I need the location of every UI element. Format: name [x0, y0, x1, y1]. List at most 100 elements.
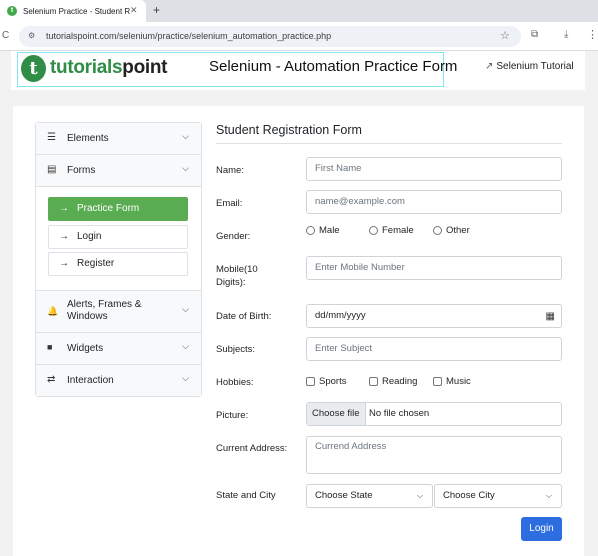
main-card: ☰ Elements ⌵ ▤ Forms ⌵ → Practice Form → L… — [13, 106, 584, 556]
selenium-tutorial-label: Selenium Tutorial — [496, 61, 574, 72]
login-link[interactable]: → Login — [48, 225, 188, 249]
chevron-down-icon: ⌵ — [182, 304, 189, 314]
star-icon[interactable]: ☆ — [500, 29, 510, 42]
site-header: t tutorialspoint Selenium - Automation P… — [11, 51, 585, 90]
state-city-label: State and City — [216, 490, 276, 501]
radio-circle — [433, 226, 442, 235]
dob-input[interactable]: dd/mm/yyyy ▦ — [306, 304, 562, 328]
chevron-down-icon: ⌵ — [416, 491, 423, 500]
picture-file-input[interactable]: Choose file No file chosen — [306, 402, 562, 426]
site-info-icon[interactable]: ⚙ — [28, 31, 35, 40]
city-select[interactable]: Choose City ⌵ — [434, 484, 562, 508]
address-label: Current Address: — [216, 443, 288, 454]
mobile-input[interactable]: Enter Mobile Number — [306, 256, 562, 280]
gender-male-radio[interactable]: Male — [306, 225, 340, 236]
reload-icon[interactable]: C — [2, 30, 9, 41]
sidebar-item-alerts[interactable]: 🔔 Alerts, Frames & Windows ⌵ — [36, 291, 201, 333]
practice-form-link[interactable]: → Practice Form — [48, 197, 188, 221]
checkbox-box — [433, 377, 442, 386]
url-text[interactable]: tutorialspoint.com/selenium/practice/sel… — [46, 31, 331, 41]
divider — [216, 143, 562, 144]
mobile-label-line1: Mobile(10 — [216, 264, 258, 275]
gender-label: Gender: — [216, 231, 251, 242]
extensions-icon[interactable]: ⧉ — [531, 29, 538, 40]
choose-file-button[interactable]: Choose file — [307, 403, 366, 425]
arrow-right-icon: → — [59, 258, 69, 269]
sidebar-item-elements[interactable]: ☰ Elements ⌵ — [36, 123, 201, 155]
hobby-reading-checkbox[interactable]: Reading — [369, 376, 417, 387]
selenium-tutorial-link[interactable]: ↗ Selenium Tutorial — [485, 61, 574, 72]
chevron-down-icon: ⌵ — [182, 163, 189, 173]
forms-submenu: → Practice Form → Login → Register — [36, 187, 201, 291]
form-icon: ▤ — [47, 164, 57, 175]
tutorialspoint-logo-icon[interactable]: t — [21, 55, 46, 82]
browser-tabbar: t Selenium Practice - Student R ✕ + — [0, 0, 598, 22]
dob-value: dd/mm/yyyy — [315, 310, 366, 321]
sidebar-item-label: Elements — [67, 133, 109, 144]
sidebar-item-forms[interactable]: ▤ Forms ⌵ — [36, 155, 201, 187]
tab-title: Selenium Practice - Student R — [23, 6, 131, 16]
address-bar[interactable]: ⚙ tutorialspoint.com/selenium/practice/s… — [19, 26, 521, 47]
hobbies-label: Hobbies: — [216, 377, 254, 388]
checkbox-label: Sports — [319, 376, 347, 387]
email-label: Email: — [216, 198, 243, 209]
logo-text-b: point — [122, 57, 168, 78]
city-select-value: Choose City — [443, 490, 495, 501]
subjects-input[interactable]: Enter Subject — [306, 337, 562, 361]
dob-label: Date of Birth: — [216, 311, 272, 322]
hobby-sports-checkbox[interactable]: Sports — [306, 376, 346, 387]
name-input[interactable]: First Name — [306, 157, 562, 181]
calendar-icon[interactable]: ▦ — [546, 306, 555, 328]
radio-label: Other — [446, 225, 470, 236]
practice-form-label: Practice Form — [77, 203, 140, 214]
page-title: Selenium - Automation Practice Form — [209, 58, 458, 75]
email-input[interactable]: name@example.com — [306, 190, 562, 214]
close-icon[interactable]: ✕ — [130, 5, 138, 16]
login-button[interactable]: Login — [521, 517, 562, 541]
hamburger-icon: ☰ — [47, 132, 56, 143]
sidebar-item-label: Interaction — [67, 375, 114, 386]
form-title: Student Registration Form — [216, 123, 362, 137]
checkbox-label: Music — [446, 376, 471, 387]
sidebar-item-label: Widgets — [67, 343, 104, 354]
browser-tab[interactable]: t Selenium Practice - Student R ✕ — [0, 0, 146, 22]
sidebar-item-label: Alerts, Frames & Windows — [67, 299, 142, 322]
radio-circle — [306, 226, 315, 235]
state-select-value: Choose State — [315, 490, 373, 501]
checkbox-label: Reading — [382, 376, 418, 387]
hobby-music-checkbox[interactable]: Music — [433, 376, 471, 387]
mobile-label: Mobile(10 Digits): — [216, 263, 258, 289]
picture-label: Picture: — [216, 410, 249, 421]
download-icon[interactable]: ⤓ — [564, 29, 568, 40]
sidebar-item-interaction[interactable]: ⇄ Interaction ⌵ — [36, 365, 201, 396]
arrow-right-icon: → — [59, 203, 69, 214]
radio-label: Male — [319, 225, 340, 236]
login-label: Login — [77, 231, 102, 242]
logo-text[interactable]: tutorialspoint — [50, 57, 168, 79]
register-link[interactable]: → Register — [48, 252, 188, 276]
sidebar-item-widgets[interactable]: ■ Widgets ⌵ — [36, 333, 201, 365]
name-label: Name: — [216, 165, 244, 176]
sidebar-item-label: Forms — [67, 165, 96, 176]
chevron-down-icon: ⌵ — [545, 491, 552, 500]
checkbox-box — [306, 377, 315, 386]
radio-circle — [369, 226, 378, 235]
plus-icon[interactable]: + — [153, 3, 160, 17]
tutorialspoint-favicon-icon: t — [7, 6, 17, 16]
subjects-label: Subjects: — [216, 344, 256, 355]
external-link-icon: ↗ — [485, 61, 494, 72]
interaction-icon: ⇄ — [47, 374, 56, 385]
logo-text-a: tutorials — [50, 57, 123, 78]
mobile-label-line2: Digits): — [216, 277, 246, 288]
gender-female-radio[interactable]: Female — [369, 225, 414, 236]
address-textarea[interactable]: Currend Address — [306, 436, 562, 474]
widgets-icon: ■ — [47, 342, 53, 352]
chevron-down-icon: ⌵ — [182, 131, 189, 141]
gender-other-radio[interactable]: Other — [433, 225, 470, 236]
checkbox-box — [369, 377, 378, 386]
file-status: No file chosen — [369, 408, 430, 419]
chevron-down-icon: ⌵ — [182, 341, 189, 351]
state-select[interactable]: Choose State ⌵ — [306, 484, 433, 508]
menu-icon[interactable]: ⋮ — [587, 28, 598, 41]
chevron-down-icon: ⌵ — [182, 373, 189, 383]
